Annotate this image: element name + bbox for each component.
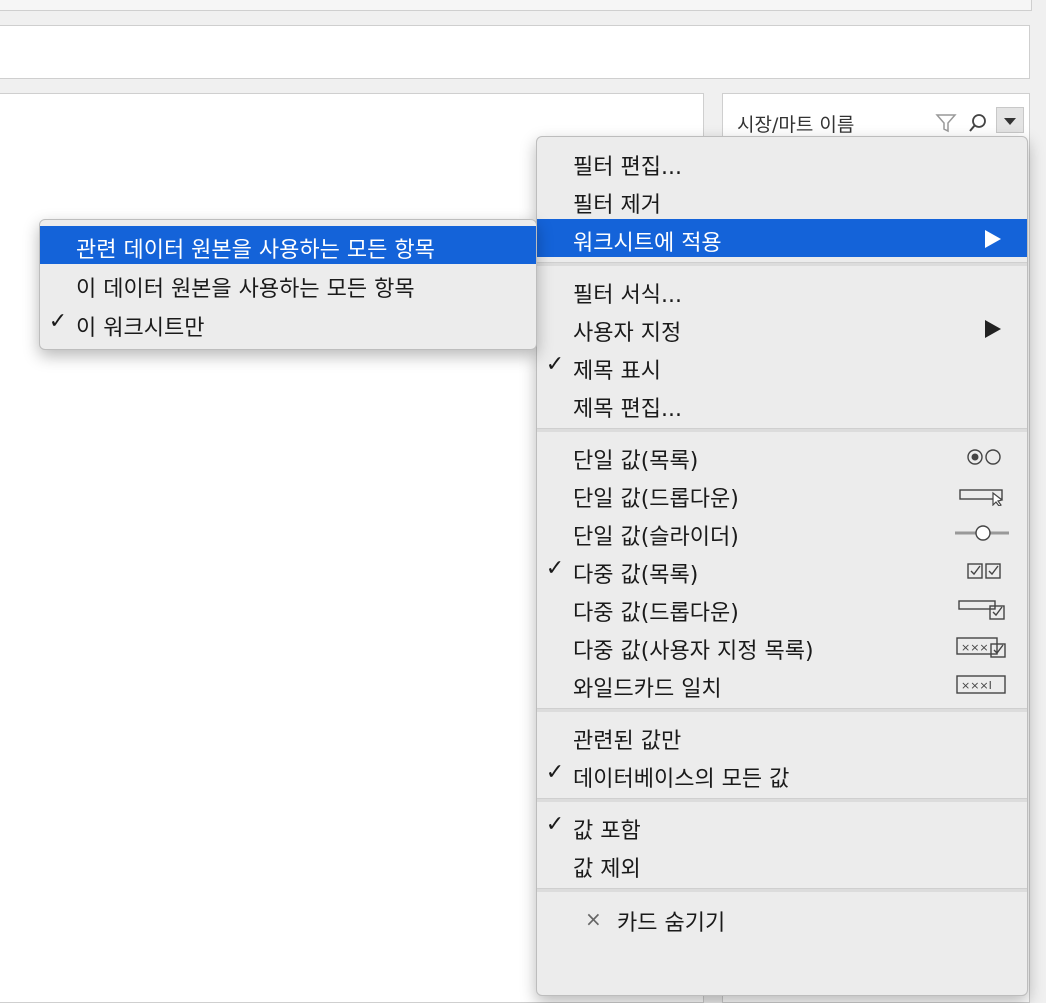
menu-item-0-1[interactable]: 필터 제거 (537, 181, 1027, 219)
submenu-item-label: 관련 데이터 원본을 사용하는 모든 항목 (76, 238, 435, 263)
menu-item-label: 필터 편집... (573, 155, 682, 180)
menu-item-label: 다중 값(목록) (573, 563, 699, 588)
menu-separator (537, 798, 1027, 802)
menu-item-2-3[interactable]: ✓ 다중 값(목록) (537, 551, 1027, 589)
search-icon[interactable] (967, 112, 989, 134)
menu-item-2-2[interactable]: 단일 값(슬라이더) (537, 513, 1027, 551)
menu-item-0-2[interactable]: 워크시트에 적용 (537, 219, 1027, 257)
custom-list-icon: ××× (956, 637, 1006, 658)
menu-item-label: 단일 값(드롭다운) (573, 487, 739, 512)
menu-separator (537, 708, 1027, 712)
menu-item-label: 제목 표시 (573, 359, 661, 384)
menu-item-label: 관련된 값만 (573, 729, 682, 754)
menu-checkmark: ✓ (545, 556, 565, 581)
menu-item-2-4[interactable]: 다중 값(드롭다운) (537, 589, 1027, 627)
menu-checkmark: ✓ (545, 812, 565, 837)
menu-item-label: 값 제외 (573, 857, 641, 882)
menu-item-1-0[interactable]: 필터 서식... (537, 271, 1027, 309)
filter-card-header: 시장/마트 이름 (723, 94, 1029, 138)
submenu-arrow-icon (985, 320, 1001, 338)
menu-separator (537, 888, 1027, 892)
close-icon: × (585, 907, 602, 931)
menu-item-label: 워크시트에 적용 (573, 231, 722, 256)
menu-item-3-1[interactable]: ✓ 데이터베이스의 모든 값 (537, 755, 1027, 793)
menu-item-label: 데이터베이스의 모든 값 (573, 767, 790, 792)
menu-item-4-0[interactable]: ✓ 값 포함 (537, 807, 1027, 845)
menu-item-3-0[interactable]: 관련된 값만 (537, 717, 1027, 755)
slider-icon (955, 525, 1009, 541)
menu-item-label: 와일드카드 일치 (573, 677, 722, 702)
apply-to-worksheets-submenu: 관련 데이터 원본을 사용하는 모든 항목이 데이터 원본을 사용하는 모든 항… (39, 219, 537, 350)
wildcard-icon: ×××I (956, 675, 1006, 694)
menu-item-label: 필터 서식... (573, 283, 682, 308)
menu-item-2-6[interactable]: 와일드카드 일치 ×××I (537, 665, 1027, 703)
funnel-icon[interactable] (935, 112, 957, 134)
menu-item-label: 단일 값(목록) (573, 449, 699, 474)
menu-item-label: 값 포함 (573, 819, 641, 844)
menu-checkmark: ✓ (545, 760, 565, 785)
card-menu-dropdown-button[interactable] (996, 107, 1024, 133)
menu-item-label: 단일 값(슬라이더) (573, 525, 739, 550)
menu-item-label: 다중 값(드롭다운) (573, 601, 739, 626)
radio-list-icon (967, 449, 1001, 465)
filter-context-menu: 필터 편집... 필터 제거워크시트에 적용필터 서식... 사용자 지정 ✓ 제목 표… (536, 136, 1028, 996)
submenu-item-1[interactable]: 이 데이터 원본을 사용하는 모든 항목 (40, 265, 536, 303)
menu-item-label: 제목 편집... (573, 397, 682, 422)
menu-item-2-1[interactable]: 단일 값(드롭다운) (537, 475, 1027, 513)
checkbox-list-icon (967, 563, 1001, 579)
menu-item-1-2[interactable]: ✓ 제목 표시 (537, 347, 1027, 385)
menu-item-2-5[interactable]: 다중 값(사용자 지정 목록) ××× (537, 627, 1027, 665)
menu-item-label: 카드 숨기기 (617, 911, 726, 936)
dropdown-select-icon (959, 489, 1004, 506)
submenu-arrow-icon (985, 230, 1001, 248)
checkbox-dropdown-icon (958, 600, 1005, 620)
submenu-item-0[interactable]: 관련 데이터 원본을 사용하는 모든 항목 (40, 226, 536, 264)
menu-item-4-1[interactable]: 값 제외 (537, 845, 1027, 883)
top-strip (0, 0, 1032, 11)
toolbar-strip (0, 25, 1030, 79)
menu-item-label: 사용자 지정 (573, 321, 682, 346)
menu-item-label: 다중 값(사용자 지정 목록) (573, 639, 814, 664)
menu-item-label: 필터 제거 (573, 193, 661, 218)
menu-item-1-3[interactable]: 제목 편집... (537, 385, 1027, 423)
menu-item-2-0[interactable]: 단일 값(목록) (537, 437, 1027, 475)
submenu-item-2[interactable]: ✓ 이 워크시트만 (40, 304, 536, 342)
menu-checkmark: ✓ (545, 352, 565, 377)
menu-item-1-1[interactable]: 사용자 지정 (537, 309, 1027, 347)
menu-checkmark: ✓ (48, 309, 68, 334)
submenu-item-label: 이 데이터 원본을 사용하는 모든 항목 (76, 277, 415, 302)
svg-text:×××I: ×××I (961, 679, 992, 692)
menu-separator (537, 428, 1027, 432)
hide-card-menu-item[interactable]: × 카드 숨기기 (537, 899, 1027, 937)
svg-text:×××: ××× (961, 641, 989, 654)
submenu-item-label: 이 워크시트만 (76, 316, 205, 341)
menu-separator (537, 262, 1027, 266)
menu-item-0-0[interactable]: 필터 편집... (537, 143, 1027, 181)
filter-card-title: 시장/마트 이름 (737, 114, 855, 136)
